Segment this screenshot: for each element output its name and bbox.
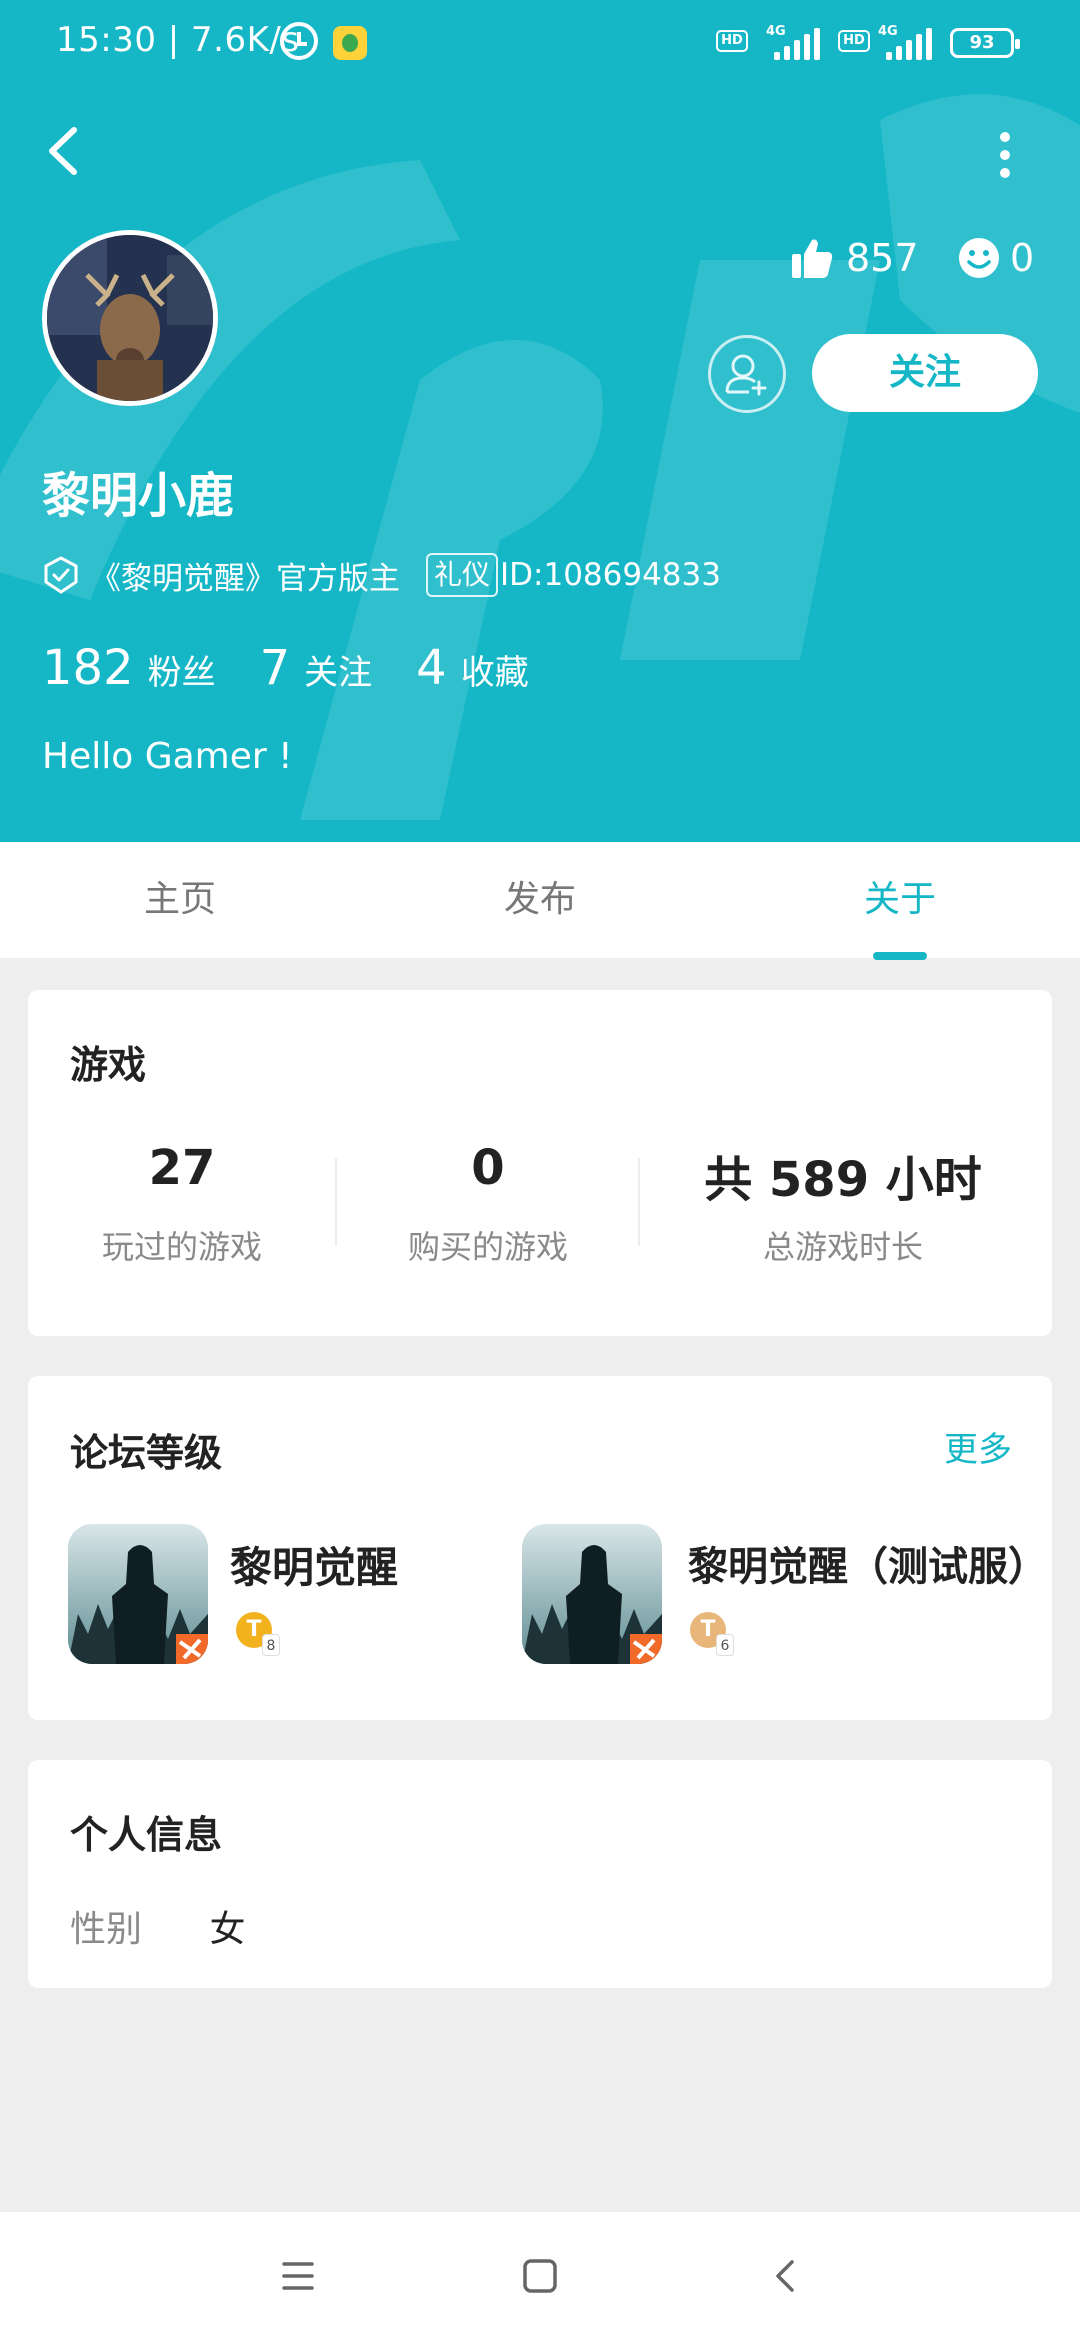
- watermark-logo: [0, 94, 1080, 820]
- forum-card-title: 论坛等级: [70, 1431, 223, 1475]
- back-button[interactable]: [36, 118, 96, 184]
- signal-icon: [774, 28, 820, 60]
- likes-count: 857: [790, 228, 919, 288]
- game-icon[interactable]: [522, 1524, 662, 1664]
- menu-icon: [282, 2262, 314, 2290]
- following-count[interactable]: 7: [260, 640, 291, 696]
- gender-row: 性别 女: [70, 1900, 245, 1952]
- played-games-label: 玩过的游戏: [101, 1228, 262, 1266]
- purchased-games-label: 购买的游戏: [407, 1228, 568, 1266]
- divider: [335, 1158, 337, 1246]
- played-games-value: 27: [148, 1140, 216, 1196]
- battery-icon: 93: [950, 28, 1020, 58]
- forum-level-value: 6: [716, 1634, 734, 1656]
- nav-back-button[interactable]: [754, 2244, 818, 2308]
- following-label[interactable]: 关注: [304, 645, 372, 694]
- bio: Hello Gamer !: [42, 736, 293, 777]
- menu-button[interactable]: [266, 2244, 330, 2308]
- deer-avatar-image: [47, 235, 213, 401]
- likes-value: 857: [846, 236, 919, 280]
- personal-info-card: 个人信息 性别 女: [28, 1760, 1052, 1988]
- info-card-title: 个人信息: [70, 1813, 223, 1857]
- favorites-count[interactable]: 4: [416, 640, 447, 696]
- music-app-icon: [333, 26, 367, 60]
- purchased-games-value: 0: [471, 1140, 505, 1196]
- etiquette-tag: 礼仪: [426, 553, 499, 597]
- home-button[interactable]: [508, 2244, 572, 2308]
- home-square-icon: [523, 2259, 557, 2293]
- add-friend-icon: [725, 354, 767, 396]
- more-link[interactable]: 更多: [944, 1422, 1012, 1471]
- alarm-icon: [280, 22, 318, 60]
- games-card-title: 游戏: [70, 1043, 147, 1087]
- nav-back-icon: [776, 2260, 794, 2292]
- more-options-button[interactable]: [980, 120, 1030, 180]
- user-id: ID:108694833: [500, 557, 721, 593]
- follow-button[interactable]: 关注: [812, 334, 1038, 412]
- profile-stats: 182 粉丝 7 关注 4 收藏: [42, 640, 573, 710]
- favorites-label[interactable]: 收藏: [461, 645, 529, 694]
- divider: [638, 1158, 640, 1246]
- verified-shield-icon: [44, 556, 78, 594]
- smiles-value: 0: [1010, 236, 1035, 280]
- forum-level-badge: T 6: [690, 1612, 734, 1656]
- gender-label: 性别: [70, 1909, 143, 1950]
- purchased-games-stat[interactable]: 0 购买的游戏: [374, 1140, 602, 1268]
- hd-icon: HD: [716, 30, 748, 52]
- forum-game-name[interactable]: 黎明觉醒（测试服）: [688, 1534, 1048, 1592]
- gender-value: 女: [209, 1909, 246, 1950]
- avatar[interactable]: [42, 230, 218, 406]
- smiley-icon: [959, 238, 999, 278]
- profile-tabs: 主页 发布 关于: [0, 842, 1080, 958]
- thumbs-up-icon: [792, 239, 833, 278]
- system-navigation-bar: [0, 2212, 1080, 2340]
- forum-game-name[interactable]: 黎明觉醒: [230, 1534, 398, 1595]
- played-games-stat[interactable]: 27 玩过的游戏: [68, 1140, 296, 1268]
- games-card: 游戏 27 玩过的游戏 0 购买的游戏 共 589 小时 总游戏时长: [28, 990, 1052, 1336]
- back-arrow-icon: [49, 127, 77, 175]
- total-playtime-stat[interactable]: 共 589 小时 总游戏时长: [668, 1140, 1018, 1268]
- tab-active-indicator: [873, 952, 927, 960]
- add-friend-button[interactable]: [708, 335, 786, 413]
- forum-level-badge: T 8: [236, 1612, 280, 1656]
- total-playtime-value: 共 589 小时: [704, 1152, 982, 1208]
- signal-icon: [886, 28, 932, 60]
- forum-level-card: 论坛等级 更多 黎明觉醒 T 8 黎明觉醒（测试服） T 6: [28, 1376, 1052, 1720]
- game-cover-image: [522, 1524, 662, 1664]
- hd-icon: HD: [838, 30, 870, 52]
- badge-row: 《黎明觉醒》官方版主 礼仪 ID:108694833: [42, 550, 721, 600]
- game-cover-image: [68, 1524, 208, 1664]
- fans-count[interactable]: 182: [42, 640, 134, 696]
- smiles-count: 0: [958, 228, 1034, 288]
- moderator-title: 《黎明觉醒》官方版主: [90, 560, 400, 597]
- tab-about[interactable]: 关于: [720, 842, 1080, 958]
- forum-level-value: 8: [262, 1634, 280, 1656]
- username: 黎明小鹿: [42, 468, 235, 524]
- tab-home[interactable]: 主页: [0, 842, 360, 958]
- game-icon[interactable]: [68, 1524, 208, 1664]
- fans-label[interactable]: 粉丝: [148, 645, 216, 694]
- total-playtime-label: 总游戏时长: [762, 1228, 923, 1266]
- tab-posts[interactable]: 发布: [360, 842, 720, 958]
- status-bar: 15:30 | 7.6K/s HD 4G HD 4G 93: [0, 0, 1080, 90]
- profile-header: 15:30 | 7.6K/s HD 4G HD 4G 93 857 0 关注 黎…: [0, 0, 1080, 842]
- status-time: 15:30 | 7.6K/s: [56, 20, 300, 60]
